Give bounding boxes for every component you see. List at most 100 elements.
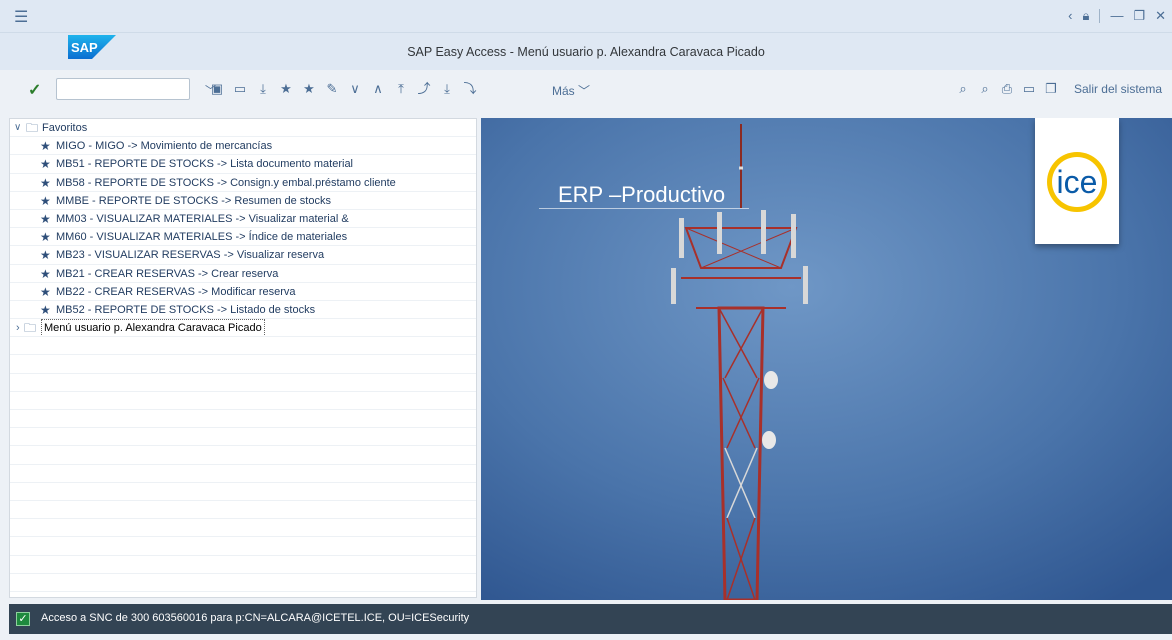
empty-row (10, 337, 476, 356)
star-icon: ★ (40, 266, 51, 281)
empty-row (10, 410, 476, 429)
other-menu-icon[interactable]: ▭ (229, 80, 251, 98)
more-menu-button[interactable]: Más ﹀ (552, 82, 590, 99)
star-icon: ★ (40, 248, 51, 263)
title-bar: SAP SAP Easy Access - Menú usuario p. Al… (0, 32, 1172, 70)
collapse-icon[interactable]: ∧ (367, 80, 389, 98)
empty-row (10, 556, 476, 574)
change-favorite-icon[interactable]: ★ (298, 80, 320, 98)
window-controls: ‹ 🔒︎ — ❐ ✕ (1068, 8, 1166, 24)
move-up-alt-icon[interactable]: ⤴ (413, 80, 435, 98)
application-toolbar: ✓ ﹀ ▣ ▭ ⤓ ★ ★ ✎ ∨ ∧ ⤒ ⤴ ⤓ ⤵ Más ﹀ ⌕ ⌕ ⎙ … (0, 70, 1172, 108)
favorite-item[interactable]: ★ MB22 - CREAR RESERVAS -> Modificar rese… (10, 283, 476, 301)
empty-row (10, 519, 476, 538)
download-icon[interactable]: ⤓ (252, 80, 274, 98)
favorite-label: MB22 - CREAR RESERVAS -> Modificar reser… (56, 285, 296, 298)
folder-open-icon: 🗀︎ (26, 121, 39, 135)
display-icon[interactable]: ▣ (206, 80, 228, 98)
toolbar-right-group: ⌕ ⌕ ⎙ ▭ ❐ Salir del sistema (952, 80, 1162, 98)
favorite-item[interactable]: ★ MB58 - REPORTE DE STOCKS -> Consign.y e… (10, 174, 476, 192)
banner-underline (539, 208, 749, 209)
main-area: ∨ 🗀︎ Favoritos ★ MIGO - MIGO -> Movimient… (9, 118, 1172, 602)
star-icon: ★ (40, 284, 51, 299)
restore-icon[interactable]: ❐ (1133, 8, 1145, 24)
window-title: SAP Easy Access - Menú usuario p. Alexan… (407, 45, 765, 59)
customize-icon[interactable]: ▭ (1018, 80, 1040, 98)
move-down-icon[interactable]: ⤓ (436, 80, 458, 98)
splitter-handle[interactable]: ⋮ (478, 348, 486, 364)
empty-row (10, 355, 476, 374)
star-icon: ★ (40, 302, 51, 317)
favorites-folder[interactable]: ∨ 🗀︎ Favoritos (10, 119, 476, 138)
empty-row (10, 592, 476, 597)
chevron-down-icon: ﹀ (578, 84, 591, 98)
star-icon: ★ (40, 211, 51, 226)
empty-row (10, 483, 476, 501)
status-bar: ✓ Acceso a SNC de 300 603560016 para p:C… (9, 604, 1172, 634)
minimize-icon[interactable]: — (1110, 8, 1123, 24)
favorite-label: MB21 - CREAR RESERVAS -> Crear reserva (56, 267, 279, 280)
close-icon[interactable]: ✕ (1155, 8, 1166, 24)
move-up-icon[interactable]: ⤒ (390, 80, 412, 98)
banner-title: ERP –Productivo (558, 182, 726, 207)
favorite-item[interactable]: ★ MM60 - VISUALIZAR MATERIALES -> Índice … (10, 228, 476, 247)
favorite-label: MM60 - VISUALIZAR MATERIALES -> Índice d… (56, 231, 348, 244)
favorite-label: MB52 - REPORTE DE STOCKS -> Listado de s… (56, 303, 316, 316)
chevron-right-icon[interactable]: › (16, 319, 20, 336)
edit-icon[interactable]: ✎ (321, 80, 343, 98)
star-icon: ★ (40, 193, 51, 208)
favorite-item[interactable]: ★ MB21 - CREAR RESERVAS -> Crear reserva (10, 265, 476, 283)
ice-logo-card: ice (1035, 118, 1119, 244)
move-down-alt-icon[interactable]: ⤵ (459, 80, 481, 98)
ice-logo: ice (1047, 152, 1107, 212)
favorite-item[interactable]: ★ MMBE - REPORTE DE STOCKS -> Resumen de … (10, 192, 476, 210)
svg-text:ice: ice (1057, 164, 1098, 200)
command-input[interactable] (57, 79, 173, 99)
success-check-icon: ✓ (16, 612, 30, 626)
enter-check-icon[interactable]: ✓ (28, 80, 41, 100)
empty-row (10, 537, 476, 556)
status-message: Acceso a SNC de 300 603560016 para p:CN=… (41, 612, 470, 624)
back-icon[interactable]: ‹ (1068, 8, 1072, 24)
star-icon: ★ (40, 139, 51, 154)
favorite-label: MM03 - VISUALIZAR MATERIALES -> Visualiz… (56, 212, 349, 225)
lock-icon[interactable]: 🔒︎ (1083, 8, 1090, 24)
more-label: Más (552, 84, 575, 98)
user-menu-label: Menú usuario p. Alexandra Caravaca Picad… (41, 319, 265, 337)
search-icon[interactable]: ⌕ (952, 80, 974, 98)
empty-row (10, 446, 476, 465)
empty-row (10, 574, 476, 592)
favorite-item[interactable]: ★ MB23 - VISUALIZAR RESERVAS -> Visualiza… (10, 246, 476, 265)
favorite-label: MB23 - VISUALIZAR RESERVAS -> Visualizar… (56, 249, 325, 262)
new-window-icon[interactable]: ❐ (1040, 80, 1062, 98)
favorite-label: MB58 - REPORTE DE STOCKS -> Consign.y em… (56, 176, 396, 189)
command-field[interactable]: ﹀ (56, 78, 216, 100)
search-next-icon[interactable]: ⌕ (974, 80, 996, 98)
print-icon[interactable]: ⎙ (996, 80, 1018, 98)
empty-row (10, 374, 476, 392)
toolbar-icon-group: ▣ ▭ ⤓ ★ ★ ✎ ∨ ∧ ⤒ ⤴ ⤓ ⤵ (206, 80, 482, 98)
exit-system-button[interactable]: Salir del sistema (1074, 82, 1162, 96)
favorite-item[interactable]: ★ MB51 - REPORTE DE STOCKS -> Lista docum… (10, 155, 476, 174)
menu-tree: ∨ 🗀︎ Favoritos ★ MIGO - MIGO -> Movimient… (9, 118, 477, 598)
user-menu-folder[interactable]: › 🗀︎ Menú usuario p. Alexandra Caravaca … (10, 319, 476, 338)
favorite-item[interactable]: ★ MB52 - REPORTE DE STOCKS -> Listado de … (10, 301, 476, 320)
star-icon: ★ (40, 175, 51, 190)
favorite-item[interactable]: ★ MM03 - VISUALIZAR MATERIALES -> Visuali… (10, 210, 476, 229)
star-icon: ★ (40, 230, 51, 245)
divider (1099, 9, 1101, 23)
star-icon: ★ (40, 157, 51, 172)
favorite-item[interactable]: ★ MIGO - MIGO -> Movimiento de mercancías (10, 137, 476, 156)
favorite-label: MB51 - REPORTE DE STOCKS -> Lista docume… (56, 158, 354, 171)
welcome-banner: ERP –Productivo ice (481, 118, 1172, 600)
favorites-label: Favoritos (42, 122, 88, 134)
top-bar: ☰ ‹ 🔒︎ — ❐ ✕ (0, 0, 1172, 32)
favorite-label: MMBE - REPORTE DE STOCKS -> Resumen de s… (56, 194, 331, 207)
empty-row (10, 392, 476, 410)
hamburger-icon[interactable]: ☰ (14, 7, 28, 27)
chevron-down-icon[interactable]: ∨ (14, 119, 21, 136)
empty-row (10, 465, 476, 483)
empty-row (10, 501, 476, 520)
add-favorite-icon[interactable]: ★ (275, 80, 297, 98)
expand-icon[interactable]: ∨ (344, 80, 366, 98)
